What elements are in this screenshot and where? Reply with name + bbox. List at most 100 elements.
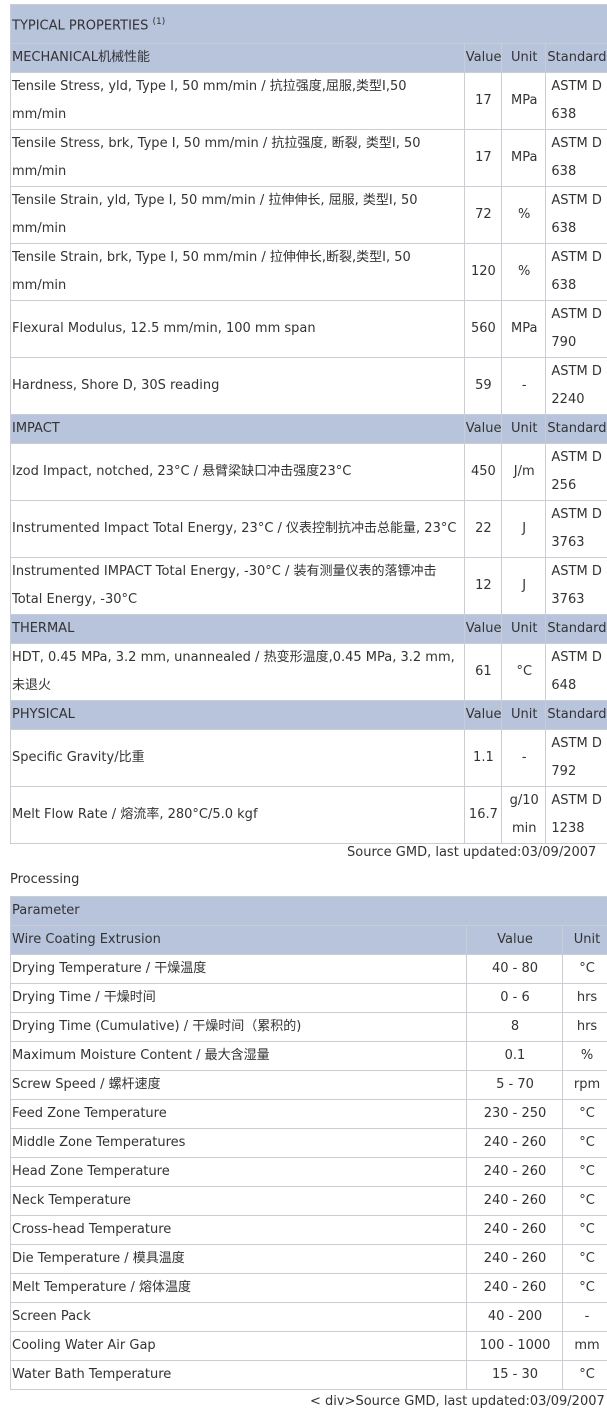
property-name: HDT, 0.45 MPa, 3.2 mm, unannealed / 热变形温… [10, 643, 465, 702]
processing-value: 15 - 30 [466, 1360, 563, 1390]
processing-row: Maximum Moisture Content / 最大含湿量 0.1% [10, 1041, 607, 1071]
processing-value: 5 - 70 [466, 1070, 563, 1100]
proc-group-row: Wire Coating Extrusion Value Unit [10, 925, 607, 955]
processing-row: Middle Zone Temperatures 240 - 260 °C [10, 1128, 607, 1158]
property-standard: ASTM D 638 [545, 186, 607, 245]
proc-parameter-header: Parameter [9, 896, 607, 926]
processing-unit: mm [561, 1331, 607, 1361]
property-row: Tensile Stress, brk, Type I, 50 mm/min /… [10, 129, 607, 188]
property-row: Instrumented Impact Total Energy, 23°C /… [10, 500, 607, 559]
property-value: 450 [463, 443, 503, 502]
processing-row: Drying Time (Cumulative) / 干燥时间（累积的) 8 hrs [10, 1012, 607, 1042]
property-standard: ASTM D 638 [545, 243, 607, 302]
section-name: MECHANICAL机械性能 [10, 43, 465, 74]
property-standard: ASTM D 256 [545, 443, 607, 502]
processing-value: 40 - 80 [466, 954, 563, 984]
section-col-standard: Standard [545, 414, 607, 445]
processing-row: Feed Zone Temperature 230 - 250 °C [10, 1099, 607, 1129]
processing-value: 240 - 260 [466, 1157, 563, 1187]
processing-unit: °C [561, 1099, 607, 1129]
section-col-value: Value [463, 700, 503, 731]
property-name: Tensile Strain, yld, Type I, 50 mm/min /… [10, 186, 465, 245]
processing-parameter: Screen Pack [10, 1302, 467, 1332]
property-value: 17 [463, 72, 503, 131]
processing-row: Drying Temperature / 干燥温度 40 - 80 °C [10, 954, 607, 984]
processing-row: Water Bath Temperature 15 - 30 °C [10, 1360, 607, 1390]
property-row: Tensile Strain, yld, Type I, 50 mm/min /… [10, 186, 607, 245]
processing-unit: °C [561, 1157, 607, 1187]
processing-row: Head Zone Temperature 240 - 260 °C [10, 1157, 607, 1187]
processing-parameter: Cross-head Temperature [10, 1215, 467, 1245]
props-title-footnote: (1) [152, 17, 166, 27]
processing-unit: rpm [561, 1070, 607, 1100]
section-col-unit: Unit [501, 700, 547, 731]
processing-unit: °C [561, 954, 607, 984]
section-header-row: IMPACT Value Unit Standard [10, 414, 607, 445]
section-name: PHYSICAL [10, 700, 465, 731]
processing-unit: °C [561, 1273, 607, 1303]
section-col-standard: Standard [545, 700, 607, 731]
property-standard: ASTM D 638 [545, 72, 607, 131]
section-col-value: Value [463, 614, 503, 645]
processing-value: 240 - 260 [466, 1215, 563, 1245]
processing-unit: °C [561, 1186, 607, 1216]
processing-parameter: Die Temperature / 模具温度 [10, 1244, 467, 1274]
property-unit: J [501, 500, 547, 559]
property-value: 560 [463, 300, 503, 359]
processing-value: 240 - 260 [466, 1244, 563, 1274]
property-row: Melt Flow Rate / 熔流率, 280°C/5.0 kgf 16.7 g… [10, 786, 607, 845]
property-unit: % [501, 186, 547, 245]
processing-parameter: Screw Speed / 螺杆速度 [10, 1070, 467, 1100]
processing-value: 8 [466, 1012, 563, 1042]
section-name: THERMAL [10, 614, 465, 645]
property-unit: - [501, 357, 547, 416]
section-col-standard: Standard [545, 43, 607, 74]
processing-value: 240 - 260 [466, 1186, 563, 1216]
processing-row: Neck Temperature 240 - 260 °C [10, 1186, 607, 1216]
property-standard: ASTM D 2240 [545, 357, 607, 416]
processing-unit: °C [561, 1215, 607, 1245]
processing-parameter: Middle Zone Temperatures [10, 1128, 467, 1158]
processing-parameter: Water Bath Temperature [10, 1360, 467, 1390]
section-col-standard: Standard [545, 614, 607, 645]
property-unit: J/m [501, 443, 547, 502]
property-name: Tensile Stress, yld, Type I, 50 mm/min /… [10, 72, 465, 131]
property-unit: % [501, 243, 547, 302]
property-value: 72 [463, 186, 503, 245]
section-header-row: PHYSICAL Value Unit Standard [10, 700, 607, 731]
processing-value: 40 - 200 [466, 1302, 563, 1332]
processing-value: 0 - 6 [466, 983, 563, 1013]
property-value: 1.1 [463, 729, 503, 788]
section-col-value: Value [463, 43, 503, 74]
section-header-row: THERMAL Value Unit Standard [10, 614, 607, 645]
property-row: Tensile Stress, yld, Type I, 50 mm/min /… [10, 72, 607, 131]
processing-parameter: Drying Time (Cumulative) / 干燥时间（累积的) [10, 1012, 467, 1042]
processing-value: 100 - 1000 [466, 1331, 563, 1361]
property-row: HDT, 0.45 MPa, 3.2 mm, unannealed / 热变形温… [10, 643, 607, 702]
property-standard: ASTM D 3763 [545, 500, 607, 559]
processing-parameter: Maximum Moisture Content / 最大含湿量 [10, 1041, 467, 1071]
property-unit: °C [501, 643, 547, 702]
proc-parameter-header-row: Parameter [9, 896, 607, 926]
section-col-unit: Unit [501, 43, 547, 74]
processing-parameter: Neck Temperature [10, 1186, 467, 1216]
section-header-row: MECHANICAL机械性能 Value Unit Standard [10, 43, 607, 74]
property-unit: MPa [501, 300, 547, 359]
processing-row: Cross-head Temperature 240 - 260 °C [10, 1215, 607, 1245]
processing-value: 0.1 [466, 1041, 563, 1071]
processing-unit: hrs [561, 983, 607, 1013]
source-note-properties: Source GMD, last updated:03/09/2007 [347, 845, 597, 860]
property-row: Izod Impact, notched, 23°C / 悬臂梁缺口冲击强度23… [10, 443, 607, 502]
processing-parameter: Melt Temperature / 熔体温度 [10, 1273, 467, 1303]
proc-col-unit: Unit [561, 925, 607, 955]
property-standard: ASTM D 638 [545, 129, 607, 188]
property-name: Tensile Stress, brk, Type I, 50 mm/min /… [10, 129, 465, 188]
property-standard: ASTM D 792 [545, 729, 607, 788]
property-name: Instrumented IMPACT Total Energy, -30°C … [10, 557, 465, 616]
property-unit: g/10 min [501, 786, 547, 845]
property-unit: MPa [501, 129, 547, 188]
property-row: Specific Gravity/比重 1.1- ASTM D 792 [10, 729, 607, 788]
processing-row: Screen Pack 40 - 200- [10, 1302, 607, 1332]
processing-row: Melt Temperature / 熔体温度 240 - 260 °C [10, 1273, 607, 1303]
property-standard: ASTM D 3763 [545, 557, 607, 616]
